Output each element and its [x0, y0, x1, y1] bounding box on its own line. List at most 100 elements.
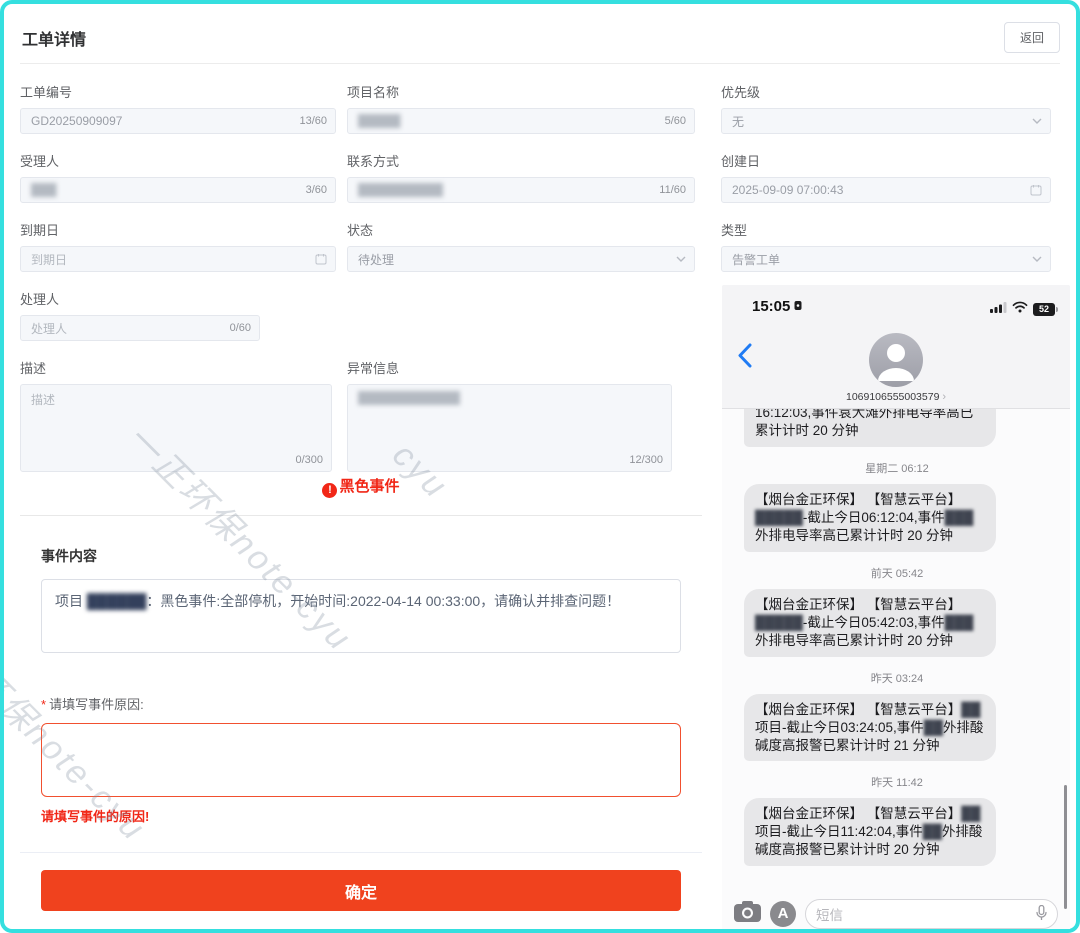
- acceptor-counter: 3/60: [306, 184, 327, 196]
- divider: [20, 852, 702, 853]
- sms-input-placeholder: 短信: [816, 904, 843, 924]
- description-placeholder: 描述: [31, 391, 55, 408]
- sms-bubble-text: -截止今日06:12:04,事件: [803, 510, 945, 525]
- sms-bubble-text: 16:12:03,事件袁大滩外排电导率高已累计计时 20 分钟: [755, 409, 973, 438]
- censored-project-name: ██████: [87, 593, 147, 609]
- contact-input: ██████████ 11/60: [347, 177, 695, 203]
- sms-bubble: 【烟台金正环保】 【智慧云平台】██项目-截止今日11:42:04,事件██外排…: [744, 798, 996, 866]
- sms-timestamp: 星期二 06:12: [744, 460, 1050, 476]
- back-chevron-icon: [738, 343, 752, 368]
- censored-text: ██: [961, 702, 980, 717]
- chevron-down-icon: [1032, 256, 1042, 262]
- signal-icon: [990, 300, 1007, 318]
- sms-screenshot: 15:05 52 1069106555003579 › 16:12:03,事件袁…: [722, 285, 1070, 933]
- chevron-down-icon: [676, 256, 686, 262]
- confirm-button[interactable]: 确定: [41, 870, 681, 911]
- contact-value: ██████████: [358, 183, 443, 197]
- sms-bubble: 16:12:03,事件袁大滩外排电导率高已累计计时 20 分钟: [744, 409, 996, 447]
- black-event-banner: !黑色事件: [20, 459, 702, 515]
- camera-icon: [734, 901, 761, 927]
- sms-header: 15:05 52 1069106555003579 ›: [722, 285, 1070, 409]
- sms-bubble-text: 外排电导率高已累计计时 20 分钟: [755, 528, 953, 543]
- handler-counter: 0/60: [230, 322, 251, 334]
- sms-timestamp: 昨天 11:42: [744, 774, 1050, 790]
- project-name-input: █████ 5/60: [347, 108, 695, 134]
- divider: [20, 515, 702, 516]
- avatar: [869, 333, 923, 387]
- validation-error-message: 请填写事件的原因!: [41, 806, 681, 825]
- status-select[interactable]: 待处理: [347, 246, 695, 272]
- event-content-text: ：黑色事件:全部停机，开始时间:2022-04-14 00:33:00，请确认并…: [146, 593, 620, 609]
- black-event-section: !黑色事件 事件内容 项目 ██████：黑色事件:全部停机，开始时间:2022…: [20, 459, 702, 911]
- back-button[interactable]: 返回: [1004, 22, 1060, 53]
- acceptor-value: ███: [31, 183, 57, 197]
- black-event-title: 黑色事件: [339, 478, 399, 495]
- sms-bubble-text: 项目-截止今日11:42:04,事件: [755, 824, 923, 839]
- chevron-down-icon: [1032, 118, 1042, 124]
- sms-bubble-text: -截止今日05:42:03,事件: [803, 615, 945, 630]
- sms-bubble: 【烟台金正环保】 【智慧云平台】 █████-截止今日05:42:03,事件███…: [744, 589, 996, 657]
- contact-counter: 11/60: [659, 184, 686, 196]
- order-no-counter: 13/60: [299, 115, 327, 127]
- battery-icon: 52: [1033, 303, 1058, 316]
- censored-text: ██: [923, 824, 942, 839]
- status-label: 状态: [347, 220, 695, 239]
- project-name-label: 项目名称: [347, 82, 695, 101]
- censored-text: █████: [755, 615, 803, 630]
- sms-bubble-text: 项目-截止今日03:24:05,事件: [755, 720, 924, 735]
- sms-bubble-text: 【烟台金正环保】 【智慧云平台】: [755, 806, 961, 821]
- priority-label: 优先级: [721, 82, 1051, 101]
- censored-text: ██: [924, 720, 943, 735]
- status-time-text: 15:05: [752, 298, 790, 315]
- created-date-input: 2025-09-09 07:00:43: [721, 177, 1051, 203]
- sms-bubble: 【烟台金正环保】 【智慧云平台】██项目-截止今日03:24:05,事件██外排…: [744, 694, 996, 762]
- event-content-text: 项目: [55, 593, 87, 609]
- sms-timestamp: 前天 05:42: [744, 565, 1050, 581]
- sms-input-bar: A 短信: [722, 895, 1070, 933]
- censored-text: ███: [945, 615, 974, 630]
- wifi-icon: [1012, 300, 1028, 318]
- calendar-icon: [1030, 184, 1042, 196]
- required-asterisk: *: [41, 697, 46, 712]
- status-time: 15:05: [752, 298, 802, 315]
- sms-bubble-text: 【烟台金正环保】 【智慧云平台】: [755, 702, 961, 717]
- project-name-counter: 5/60: [665, 115, 686, 127]
- sms-bubble-text: 【烟台金正环保】 【智慧云平台】: [755, 492, 961, 507]
- reason-textarea[interactable]: [41, 723, 681, 797]
- sms-message-list: 16:12:03,事件袁大滩外排电导率高已累计计时 20 分钟星期二 06:12…: [744, 409, 1050, 895]
- reason-label: *请填写事件原因:: [41, 694, 681, 713]
- page-title: 工单详情: [22, 26, 86, 50]
- sms-bubble: 【烟台金正环保】 【智慧云平台】 █████-截止今日06:12:04,事件███…: [744, 484, 996, 552]
- due-date-placeholder: 到期日: [31, 251, 67, 268]
- calendar-icon: [315, 253, 327, 265]
- order-no-value: GD20250909097: [31, 114, 122, 128]
- project-name-value: █████: [358, 114, 401, 128]
- handler-input[interactable]: 处理人 0/60: [20, 315, 260, 341]
- sms-text-input: 短信: [805, 899, 1058, 929]
- appstore-icon: A: [770, 901, 796, 927]
- type-select[interactable]: 告警工单: [721, 246, 1051, 272]
- event-content-box: 项目 ██████：黑色事件:全部停机，开始时间:2022-04-14 00:3…: [41, 579, 681, 653]
- sms-bubble-text: 【烟台金正环保】 【智慧云平台】: [755, 597, 961, 612]
- due-date-input[interactable]: 到期日: [20, 246, 336, 272]
- handler-label: 处理人: [20, 289, 260, 308]
- type-label: 类型: [721, 220, 1051, 239]
- created-date-value: 2025-09-09 07:00:43: [732, 183, 843, 197]
- handler-placeholder: 处理人: [31, 320, 67, 337]
- censored-text: ███: [945, 510, 974, 525]
- microphone-icon: [1036, 905, 1047, 924]
- order-no-label: 工单编号: [20, 82, 336, 101]
- acceptor-input: ███ 3/60: [20, 177, 336, 203]
- scrollbar: [1064, 785, 1067, 909]
- chevron-right-icon: ›: [942, 391, 946, 403]
- priority-select[interactable]: 无: [721, 108, 1051, 134]
- type-value: 告警工单: [732, 251, 780, 268]
- status-value: 待处理: [358, 251, 394, 268]
- status-lock-icon: [794, 298, 802, 315]
- sms-contact-number: 1069106555003579 ›: [722, 391, 1070, 403]
- alert-icon: !: [322, 483, 337, 498]
- page-card: 工单详情 返回 工单编号 GD20250909097 13/60 项目名称 ██…: [0, 0, 1080, 933]
- order-no-input: GD20250909097 13/60: [20, 108, 336, 134]
- event-content-label: 事件内容: [41, 546, 681, 566]
- censored-text: █████: [755, 510, 803, 525]
